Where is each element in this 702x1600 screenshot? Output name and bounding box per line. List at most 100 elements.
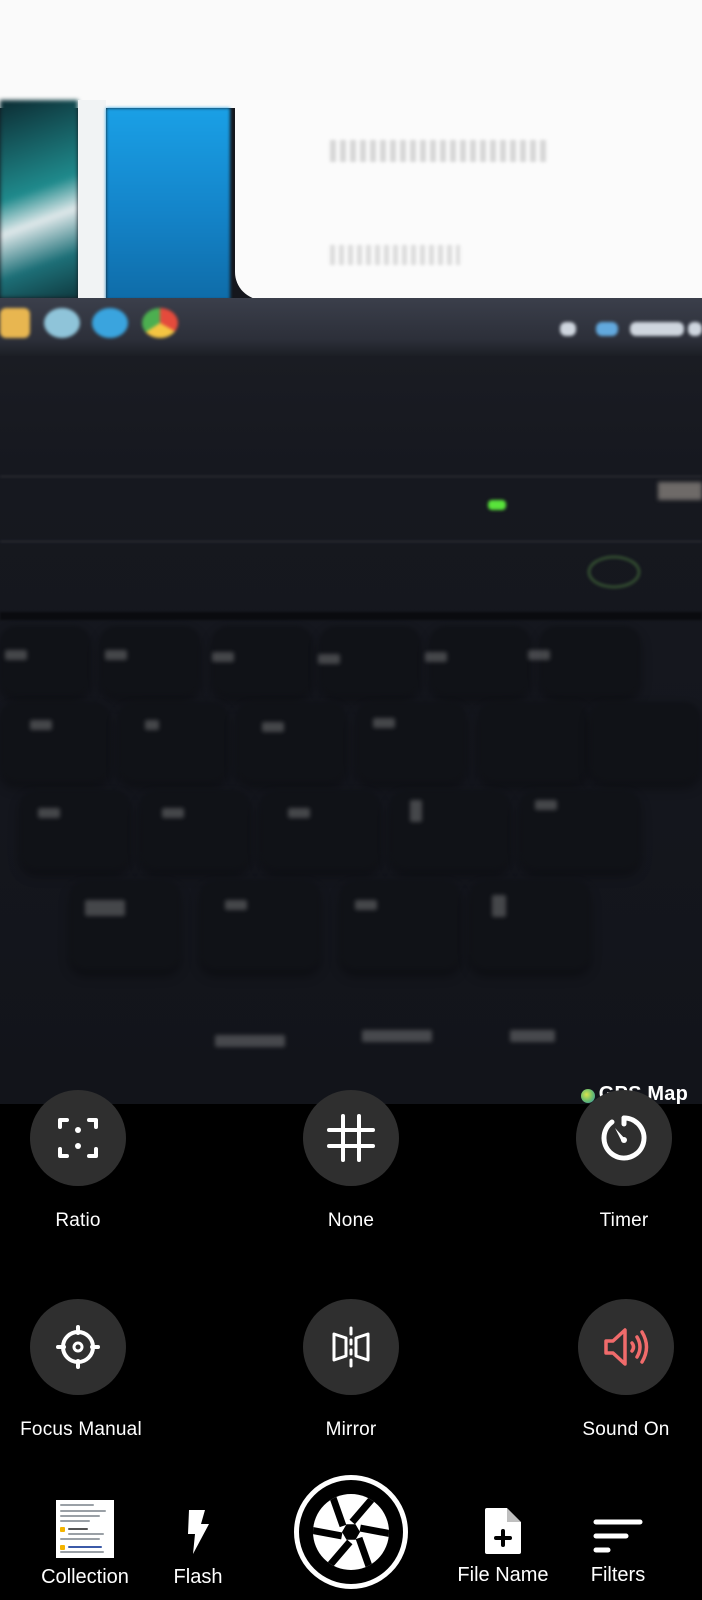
thumb-line	[68, 1546, 102, 1548]
preview-scene-key	[356, 702, 466, 782]
focus-button[interactable]	[30, 1299, 126, 1395]
sound-label: Sound On	[582, 1419, 670, 1440]
preview-scene-port	[658, 482, 702, 500]
sound-option[interactable]: Sound On	[546, 1299, 702, 1441]
camera-app: GPS Map Ratio	[0, 0, 702, 1600]
focus-option[interactable]: Focus Manual	[0, 1299, 158, 1441]
preview-scene-keylabel	[38, 808, 60, 818]
preview-scene-keylabel	[212, 652, 234, 662]
preview-scene-keylabel	[105, 650, 127, 660]
ratio-option[interactable]: Ratio	[0, 1090, 158, 1232]
preview-scene-taskbar-icon	[0, 308, 30, 338]
preview-scene-key	[140, 790, 250, 870]
preview-scene-key	[236, 702, 346, 782]
preview-scene-keylabel	[225, 900, 247, 910]
grid-option[interactable]: None	[271, 1090, 431, 1232]
timer-button[interactable]	[576, 1090, 672, 1186]
speaker-icon	[604, 1328, 649, 1366]
preview-scene-keylabel	[85, 900, 125, 916]
preview-scene-keylabel	[215, 1035, 285, 1047]
gallery-thumbnail[interactable]	[56, 1500, 114, 1558]
preview-scene-keylabel	[362, 1030, 432, 1042]
preview-scene-taskbar-icon	[92, 308, 128, 338]
collection-button[interactable]: Collection	[30, 1500, 140, 1589]
preview-scene-key	[340, 880, 460, 970]
preview-scene-key	[470, 880, 590, 970]
preview-scene-window	[235, 100, 702, 300]
preview-scene-keylabel	[262, 722, 284, 732]
shutter-aperture-icon	[313, 1494, 389, 1570]
preview-scene-keylabel	[162, 808, 184, 818]
preview-scene-keylabel	[425, 652, 447, 662]
flash-label: Flash	[173, 1566, 223, 1588]
preview-scene-key	[0, 702, 110, 782]
timer-icon	[601, 1115, 647, 1161]
thumb-line	[68, 1528, 88, 1530]
filters-button[interactable]: Filters	[578, 1518, 658, 1587]
focus-label: Focus Manual	[20, 1419, 142, 1440]
preview-scene-key	[540, 626, 640, 696]
preview-scene-tray	[630, 322, 684, 336]
mirror-button[interactable]	[303, 1299, 399, 1395]
thumb-line	[60, 1504, 94, 1506]
preview-scene-tray	[560, 322, 576, 336]
preview-scene-keylabel	[30, 720, 52, 730]
preview-scene-led	[488, 500, 506, 510]
file-add-icon	[485, 1508, 521, 1554]
preview-scene-keylabel	[410, 800, 422, 822]
preview-scene-key	[118, 702, 228, 782]
grid-icon	[327, 1114, 375, 1162]
timer-option[interactable]: Timer	[544, 1090, 702, 1232]
preview-scene-keylabel	[528, 650, 550, 660]
sound-button[interactable]	[578, 1299, 674, 1395]
preview-scene-keylabel	[145, 720, 159, 730]
preview-scene-photo	[0, 100, 78, 298]
preview-scene-keylabel	[288, 808, 310, 818]
collection-label: Collection	[41, 1566, 129, 1588]
preview-scene-tray	[596, 322, 618, 336]
aspect-ratio-icon	[58, 1118, 98, 1158]
flash-icon	[188, 1510, 209, 1554]
camera-preview[interactable]: GPS Map	[0, 0, 702, 1104]
thumb-line	[60, 1515, 100, 1517]
file-name-button[interactable]: File Name	[448, 1506, 558, 1587]
flash-button[interactable]: Flash	[160, 1508, 236, 1589]
preview-scene-keylabel	[492, 895, 506, 917]
thumb-line	[60, 1520, 90, 1522]
thumb-icon	[60, 1527, 65, 1532]
preview-scene-keylabel	[373, 718, 395, 728]
preview-scene-key	[0, 626, 90, 696]
preview-scene-text	[330, 245, 460, 265]
thumb-line	[60, 1538, 100, 1540]
grid-button[interactable]	[303, 1090, 399, 1186]
preview-scene-keylabel	[535, 800, 557, 810]
ratio-label: Ratio	[55, 1210, 101, 1231]
preview-scene-edge	[0, 540, 702, 543]
thumb-line	[68, 1533, 104, 1535]
preview-scene-key	[100, 626, 200, 696]
preview-scene-key	[590, 702, 700, 782]
preview-scene-key	[478, 702, 588, 782]
shutter-button[interactable]	[294, 1475, 408, 1589]
filter-lines-icon	[593, 1519, 643, 1553]
thumb-icon	[60, 1545, 65, 1550]
preview-scene-edge	[0, 475, 702, 478]
mirror-option[interactable]: Mirror	[271, 1299, 431, 1441]
ratio-button[interactable]	[30, 1090, 126, 1186]
filters-label: Filters	[590, 1564, 646, 1586]
mirror-icon	[332, 1326, 370, 1368]
focus-target-icon	[56, 1325, 100, 1369]
timer-label: Timer	[599, 1210, 649, 1231]
preview-scene-edge	[0, 612, 702, 620]
preview-scene-gap	[78, 100, 106, 298]
preview-scene-blue	[106, 108, 230, 300]
preview-scene-keylabel	[355, 900, 377, 910]
preview-scene-power	[588, 556, 640, 588]
preview-scene-key	[260, 790, 380, 870]
grid-label: None	[327, 1210, 375, 1231]
preview-scene-text	[330, 140, 550, 162]
preview-scene-key	[200, 880, 320, 970]
preview-scene-keylabel	[5, 650, 27, 660]
preview-scene-keylabel	[318, 654, 340, 664]
thumb-line	[60, 1510, 106, 1512]
